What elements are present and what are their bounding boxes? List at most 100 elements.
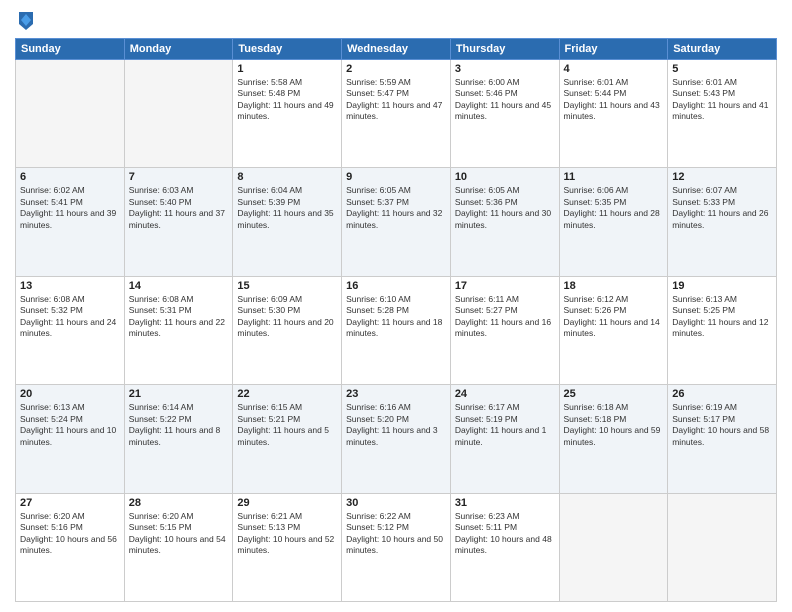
calendar-cell: 11 Sunrise: 6:06 AMSunset: 5:35 PMDayligh… [559,168,668,276]
logo-icon [17,10,35,32]
day-info: Sunrise: 6:12 AMSunset: 5:26 PMDaylight:… [564,294,664,340]
day-info: Sunrise: 6:05 AMSunset: 5:37 PMDaylight:… [346,185,446,231]
day-number: 24 [455,388,555,400]
calendar-cell: 21 Sunrise: 6:14 AMSunset: 5:22 PMDayligh… [124,385,233,493]
day-info: Sunrise: 6:14 AMSunset: 5:22 PMDaylight:… [129,402,229,448]
calendar-cell: 19 Sunrise: 6:13 AMSunset: 5:25 PMDayligh… [668,276,777,384]
day-info: Sunrise: 6:04 AMSunset: 5:39 PMDaylight:… [237,185,337,231]
day-info: Sunrise: 6:08 AMSunset: 5:31 PMDaylight:… [129,294,229,340]
day-number: 2 [346,63,446,75]
day-info: Sunrise: 6:01 AMSunset: 5:43 PMDaylight:… [672,77,772,123]
day-info: Sunrise: 6:08 AMSunset: 5:32 PMDaylight:… [20,294,120,340]
day-info: Sunrise: 6:02 AMSunset: 5:41 PMDaylight:… [20,185,120,231]
day-info: Sunrise: 6:20 AMSunset: 5:16 PMDaylight:… [20,511,120,557]
logo [15,10,35,32]
day-info: Sunrise: 6:22 AMSunset: 5:12 PMDaylight:… [346,511,446,557]
day-number: 11 [564,171,664,183]
day-number: 16 [346,280,446,292]
day-number: 29 [237,497,337,509]
day-info: Sunrise: 6:09 AMSunset: 5:30 PMDaylight:… [237,294,337,340]
calendar-cell: 13 Sunrise: 6:08 AMSunset: 5:32 PMDayligh… [16,276,125,384]
calendar-cell: 22 Sunrise: 6:15 AMSunset: 5:21 PMDayligh… [233,385,342,493]
day-number: 10 [455,171,555,183]
day-number: 6 [20,171,120,183]
calendar-cell: 29Sunrise: 6:21 AMSunset: 5:13 PMDayligh… [233,493,342,601]
day-number: 20 [20,388,120,400]
day-number: 3 [455,63,555,75]
weekday-header-tuesday: Tuesday [233,39,342,60]
calendar-week-row: 6 Sunrise: 6:02 AMSunset: 5:41 PMDaylight… [16,168,777,276]
calendar-cell: 27 Sunrise: 6:20 AMSunset: 5:16 PMDayligh… [16,493,125,601]
day-number: 15 [237,280,337,292]
calendar-cell: 6 Sunrise: 6:02 AMSunset: 5:41 PMDaylight… [16,168,125,276]
calendar-table: SundayMondayTuesdayWednesdayThursdayFrid… [15,38,777,602]
calendar-cell: 7Sunrise: 6:03 AMSunset: 5:40 PMDaylight… [124,168,233,276]
calendar-cell [668,493,777,601]
calendar-cell: 26 Sunrise: 6:19 AMSunset: 5:17 PMDayligh… [668,385,777,493]
calendar-cell: 4Sunrise: 6:01 AMSunset: 5:44 PMDaylight… [559,60,668,168]
weekday-header-thursday: Thursday [450,39,559,60]
day-number: 18 [564,280,664,292]
day-number: 17 [455,280,555,292]
day-number: 19 [672,280,772,292]
day-info: Sunrise: 6:03 AMSunset: 5:40 PMDaylight:… [129,185,229,231]
day-number: 25 [564,388,664,400]
calendar-cell: 20 Sunrise: 6:13 AMSunset: 5:24 PMDayligh… [16,385,125,493]
day-info: Sunrise: 6:00 AMSunset: 5:46 PMDaylight:… [455,77,555,123]
calendar-cell: 9 Sunrise: 6:05 AMSunset: 5:37 PMDaylight… [342,168,451,276]
weekday-header-monday: Monday [124,39,233,60]
day-number: 23 [346,388,446,400]
day-info: Sunrise: 6:23 AMSunset: 5:11 PMDaylight:… [455,511,555,557]
day-number: 22 [237,388,337,400]
day-number: 28 [129,497,229,509]
calendar-cell: 17 Sunrise: 6:11 AMSunset: 5:27 PMDayligh… [450,276,559,384]
weekday-header-friday: Friday [559,39,668,60]
day-info: Sunrise: 6:17 AMSunset: 5:19 PMDaylight:… [455,402,555,448]
day-info: Sunrise: 6:06 AMSunset: 5:35 PMDaylight:… [564,185,664,231]
calendar-cell [16,60,125,168]
calendar-cell: 30Sunrise: 6:22 AMSunset: 5:12 PMDayligh… [342,493,451,601]
day-info: Sunrise: 6:07 AMSunset: 5:33 PMDaylight:… [672,185,772,231]
calendar-cell: 18 Sunrise: 6:12 AMSunset: 5:26 PMDayligh… [559,276,668,384]
day-number: 27 [20,497,120,509]
calendar-week-row: 1 Sunrise: 5:58 AMSunset: 5:48 PMDaylight… [16,60,777,168]
day-info: Sunrise: 6:19 AMSunset: 5:17 PMDaylight:… [672,402,772,448]
calendar-week-row: 13 Sunrise: 6:08 AMSunset: 5:32 PMDayligh… [16,276,777,384]
day-number: 14 [129,280,229,292]
day-number: 26 [672,388,772,400]
calendar-cell [124,60,233,168]
day-info: Sunrise: 6:05 AMSunset: 5:36 PMDaylight:… [455,185,555,231]
day-info: Sunrise: 6:20 AMSunset: 5:15 PMDaylight:… [129,511,229,557]
day-info: Sunrise: 6:13 AMSunset: 5:25 PMDaylight:… [672,294,772,340]
day-number: 9 [346,171,446,183]
calendar-cell: 25 Sunrise: 6:18 AMSunset: 5:18 PMDayligh… [559,385,668,493]
header [15,10,777,32]
day-info: Sunrise: 6:13 AMSunset: 5:24 PMDaylight:… [20,402,120,448]
weekday-header-saturday: Saturday [668,39,777,60]
calendar-cell: 2 Sunrise: 5:59 AMSunset: 5:47 PMDaylight… [342,60,451,168]
calendar-cell: 1 Sunrise: 5:58 AMSunset: 5:48 PMDaylight… [233,60,342,168]
day-info: Sunrise: 6:11 AMSunset: 5:27 PMDaylight:… [455,294,555,340]
calendar-cell: 8Sunrise: 6:04 AMSunset: 5:39 PMDaylight… [233,168,342,276]
calendar-cell: 31Sunrise: 6:23 AMSunset: 5:11 PMDayligh… [450,493,559,601]
day-number: 13 [20,280,120,292]
day-number: 1 [237,63,337,75]
calendar-cell: 23 Sunrise: 6:16 AMSunset: 5:20 PMDayligh… [342,385,451,493]
calendar-week-row: 27 Sunrise: 6:20 AMSunset: 5:16 PMDayligh… [16,493,777,601]
day-info: Sunrise: 6:16 AMSunset: 5:20 PMDaylight:… [346,402,446,448]
calendar-cell: 15 Sunrise: 6:09 AMSunset: 5:30 PMDayligh… [233,276,342,384]
calendar-cell [559,493,668,601]
calendar-cell: 14 Sunrise: 6:08 AMSunset: 5:31 PMDayligh… [124,276,233,384]
day-info: Sunrise: 5:58 AMSunset: 5:48 PMDaylight:… [237,77,337,123]
calendar-cell: 5Sunrise: 6:01 AMSunset: 5:43 PMDaylight… [668,60,777,168]
day-number: 21 [129,388,229,400]
day-info: Sunrise: 6:15 AMSunset: 5:21 PMDaylight:… [237,402,337,448]
calendar-cell: 28 Sunrise: 6:20 AMSunset: 5:15 PMDayligh… [124,493,233,601]
weekday-header-sunday: Sunday [16,39,125,60]
day-info: Sunrise: 5:59 AMSunset: 5:47 PMDaylight:… [346,77,446,123]
day-info: Sunrise: 6:01 AMSunset: 5:44 PMDaylight:… [564,77,664,123]
calendar-cell: 10 Sunrise: 6:05 AMSunset: 5:36 PMDayligh… [450,168,559,276]
day-info: Sunrise: 6:18 AMSunset: 5:18 PMDaylight:… [564,402,664,448]
page: SundayMondayTuesdayWednesdayThursdayFrid… [0,0,792,612]
weekday-header-row: SundayMondayTuesdayWednesdayThursdayFrid… [16,39,777,60]
